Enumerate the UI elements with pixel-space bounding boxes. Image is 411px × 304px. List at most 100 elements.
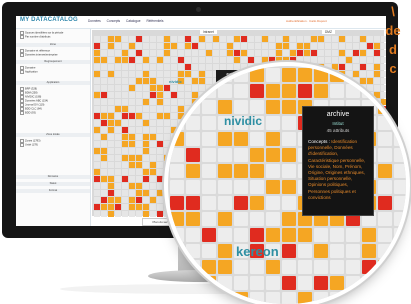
map-cell[interactable]	[353, 50, 359, 56]
map-cell[interactable]	[136, 50, 142, 56]
map-cell[interactable]	[94, 92, 100, 98]
map-cell[interactable]	[94, 50, 100, 56]
map-cell[interactable]	[129, 36, 135, 42]
map-cell[interactable]	[129, 92, 135, 98]
map-cell[interactable]	[150, 162, 156, 168]
map-cell[interactable]	[290, 57, 296, 63]
map-cell[interactable]	[122, 197, 128, 203]
map-cell[interactable]	[108, 106, 114, 112]
map-cell[interactable]	[143, 204, 149, 210]
map-cell[interactable]	[129, 162, 135, 168]
sidebar-statut[interactable]: Statut	[16, 182, 90, 186]
map-cell[interactable]	[311, 57, 317, 63]
map-cell[interactable]	[94, 127, 100, 133]
map-cell[interactable]	[157, 71, 163, 77]
map-cell[interactable]	[157, 50, 163, 56]
map-cell[interactable]	[304, 43, 310, 49]
map-cell[interactable]	[220, 50, 226, 56]
map-cell[interactable]	[262, 50, 268, 56]
map-cell[interactable]	[157, 204, 163, 210]
filter-app-7[interactable]: BDD (93)	[20, 111, 36, 115]
map-cell[interactable]	[136, 64, 142, 70]
map-cell[interactable]	[178, 36, 184, 42]
map-cell[interactable]	[346, 36, 352, 42]
map-cell[interactable]	[129, 71, 135, 77]
map-cell[interactable]	[136, 78, 142, 84]
map-cell[interactable]	[283, 57, 289, 63]
map-cell[interactable]	[122, 162, 128, 168]
map-cell[interactable]	[262, 57, 268, 63]
map-cell[interactable]	[101, 176, 107, 182]
map-cell[interactable]	[241, 36, 247, 42]
map-cell[interactable]	[248, 50, 254, 56]
map-cell[interactable]	[311, 43, 317, 49]
map-cell[interactable]	[129, 148, 135, 154]
map-cell[interactable]	[157, 99, 163, 105]
map-cell[interactable]	[115, 36, 121, 42]
map-cell[interactable]	[115, 92, 121, 98]
map-cell[interactable]	[108, 190, 114, 196]
map-cell[interactable]	[150, 134, 156, 140]
user-info[interactable]: Authentification · Carlo Dupont	[286, 19, 327, 23]
map-cell[interactable]	[101, 211, 107, 217]
map-cell[interactable]	[115, 106, 121, 112]
map-cell[interactable]	[143, 78, 149, 84]
map-cell[interactable]	[122, 99, 128, 105]
map-cell[interactable]	[297, 43, 303, 49]
map-cell[interactable]	[143, 71, 149, 77]
map-cell[interactable]	[206, 43, 212, 49]
map-cell[interactable]	[157, 106, 163, 112]
map-cell[interactable]	[94, 134, 100, 140]
map-cell[interactable]	[269, 36, 275, 42]
map-cell[interactable]	[262, 43, 268, 49]
map-cell[interactable]	[157, 43, 163, 49]
map-cell[interactable]	[136, 57, 142, 63]
map-cell[interactable]	[227, 36, 233, 42]
map-cell[interactable]	[115, 204, 121, 210]
sidebar-format[interactable]: Format	[16, 189, 90, 193]
map-cell[interactable]	[101, 120, 107, 126]
map-cell[interactable]	[108, 36, 114, 42]
map-cell[interactable]	[115, 120, 121, 126]
map-cell[interactable]	[94, 43, 100, 49]
map-cell[interactable]	[136, 71, 142, 77]
map-cell[interactable]	[325, 43, 331, 49]
map-cell[interactable]	[129, 57, 135, 63]
map-cell[interactable]	[94, 71, 100, 77]
map-cell[interactable]	[129, 127, 135, 133]
map-cell[interactable]	[122, 92, 128, 98]
map-cell[interactable]	[136, 36, 142, 42]
map-cell[interactable]	[108, 71, 114, 77]
map-cell[interactable]	[94, 211, 100, 217]
map-cell[interactable]	[318, 57, 324, 63]
map-cell[interactable]	[143, 176, 149, 182]
map-cell[interactable]	[94, 176, 100, 182]
map-cell[interactable]	[101, 78, 107, 84]
map-cell[interactable]	[171, 36, 177, 42]
map-cell[interactable]	[115, 127, 121, 133]
map-cell[interactable]	[122, 141, 128, 147]
map-cell[interactable]	[115, 183, 121, 189]
map-cell[interactable]	[150, 190, 156, 196]
map-cell[interactable]	[129, 204, 135, 210]
map-cell[interactable]	[283, 36, 289, 42]
map-cell[interactable]	[101, 43, 107, 49]
map-cell[interactable]	[129, 120, 135, 126]
map-cell[interactable]	[108, 50, 114, 56]
map-cell[interactable]	[122, 113, 128, 119]
map-cell[interactable]	[94, 183, 100, 189]
map-cell[interactable]	[213, 57, 219, 63]
map-cell[interactable]	[150, 78, 156, 84]
filter-group-application[interactable]: Application	[20, 70, 38, 74]
map-cell[interactable]	[157, 176, 163, 182]
map-cell[interactable]	[136, 99, 142, 105]
map-cell[interactable]	[115, 50, 121, 56]
map-cell[interactable]	[115, 176, 121, 182]
map-cell[interactable]	[94, 85, 100, 91]
map-cell[interactable]	[122, 120, 128, 126]
map-cell[interactable]	[94, 113, 100, 119]
map-cell[interactable]	[171, 50, 177, 56]
map-cell[interactable]	[108, 78, 114, 84]
map-cell[interactable]	[185, 43, 191, 49]
map-cell[interactable]	[136, 148, 142, 154]
